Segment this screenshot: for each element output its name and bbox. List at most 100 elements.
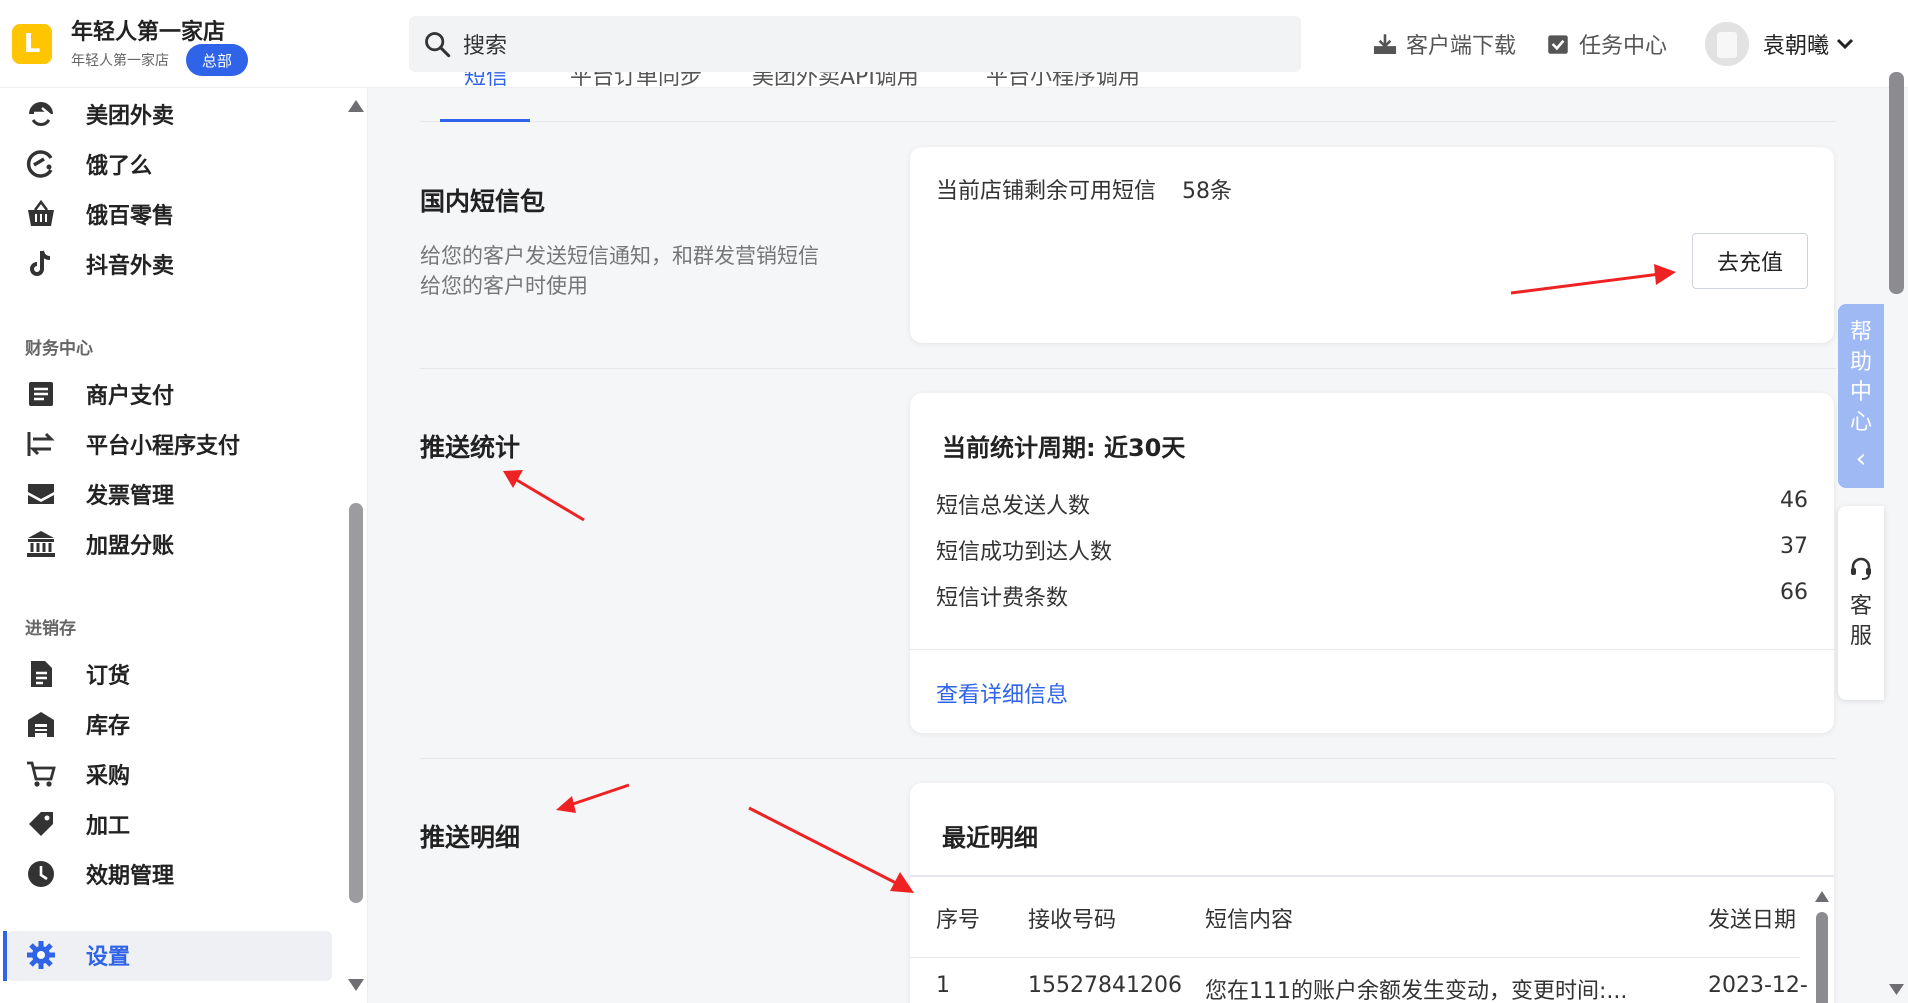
task-icon xyxy=(1548,35,1568,54)
sidebar: 美团外卖 饿了么 饿百零售 抖音外卖 财务中心 商户支付 平台小程序支付 发票管… xyxy=(0,88,368,1003)
client-download-button[interactable]: 客户端下载 xyxy=(1372,26,1516,62)
push-stats-title: 推送统计 xyxy=(420,433,521,462)
user-avatar-icon xyxy=(1705,22,1749,66)
tag-icon xyxy=(24,807,58,841)
table-header-phone: 接收号码 xyxy=(1028,908,1117,933)
annotation-arrow xyxy=(514,477,585,522)
sidebar-item-franchise-split[interactable]: 加盟分账 xyxy=(24,520,174,568)
client-download-label: 客户端下载 xyxy=(1406,34,1517,59)
stats-row-value: 66 xyxy=(1780,580,1808,605)
section-title-finance: 财务中心 xyxy=(25,339,93,359)
stats-row-label: 短信计费条数 xyxy=(936,586,1069,611)
headset-icon xyxy=(1851,557,1871,580)
main-scrollbar-thumb[interactable] xyxy=(1889,72,1904,294)
recharge-button[interactable]: 去充值 xyxy=(1692,233,1808,289)
recent-detail-card: 最近明细 xyxy=(910,783,1834,1003)
table-scrollbar-thumb[interactable] xyxy=(1816,912,1828,1003)
tab-platform-order-sync[interactable]: 平台订单同步 xyxy=(570,72,702,94)
sidebar-item-processing[interactable]: 加工 xyxy=(24,800,130,848)
tab-miniapp-call[interactable]: 平台小程序调用 xyxy=(986,72,1140,94)
task-center-button[interactable]: 任务中心 xyxy=(1545,26,1667,62)
help-char: 心 xyxy=(1849,410,1872,435)
sidebar-item-douyin[interactable]: 抖音外卖 xyxy=(24,240,174,288)
sidebar-item-purchase[interactable]: 采购 xyxy=(24,750,130,798)
sidebar-item-miniapp-pay[interactable]: 平台小程序支付 xyxy=(24,420,240,468)
stats-row-label: 短信总发送人数 xyxy=(936,494,1091,519)
file-icon xyxy=(24,657,58,691)
tiktok-icon xyxy=(24,247,58,281)
main-scroll-down-icon[interactable] xyxy=(1889,984,1904,995)
annotation-arrow xyxy=(569,783,630,807)
task-center-label: 任务中心 xyxy=(1579,34,1668,59)
tab-active-indicator xyxy=(440,119,530,122)
card-divider xyxy=(910,649,1834,650)
app-logo[interactable]: L xyxy=(12,24,52,64)
annotation-arrow xyxy=(748,806,901,887)
download-icon xyxy=(1373,34,1397,54)
hq-badge: 总部 xyxy=(186,44,249,76)
recent-detail-title: 最近明细 xyxy=(942,824,1038,852)
help-char: 助 xyxy=(1849,350,1872,375)
sms-package-desc-1: 给您的客户发送短信通知，和群发营销短信 xyxy=(420,244,819,268)
table-cell-phone: 15527841206 xyxy=(1028,973,1182,998)
clock-icon xyxy=(24,857,58,891)
basket-icon xyxy=(24,197,58,231)
remaining-sms-label: 当前店铺剩余可用短信 xyxy=(936,179,1157,204)
sidebar-item-ebai[interactable]: 饿百零售 xyxy=(24,190,174,238)
sidebar-item-order-goods[interactable]: 订货 xyxy=(24,650,130,698)
annotation-arrowhead xyxy=(503,470,523,488)
sidebar-item-label: 美团外卖 xyxy=(86,104,175,129)
sidebar-item-label: 效期管理 xyxy=(86,864,175,889)
search-input[interactable]: 搜索 xyxy=(409,16,1301,72)
sidebar-item-merchant-pay[interactable]: 商户支付 xyxy=(24,370,174,418)
stats-period-label: 当前统计周期: 近30天 xyxy=(942,434,1186,462)
stats-row-value: 46 xyxy=(1780,488,1808,513)
sidebar-item-label: 库存 xyxy=(86,714,131,739)
sidebar-item-stock[interactable]: 库存 xyxy=(24,700,130,748)
help-char: 帮 xyxy=(1849,320,1872,345)
section-divider xyxy=(420,368,1836,369)
sms-package-title: 国内短信包 xyxy=(420,187,546,216)
annotation-arrowhead xyxy=(556,796,576,813)
sms-package-desc-2: 给您的客户时使用 xyxy=(420,274,588,298)
sidebar-item-invoice[interactable]: 发票管理 xyxy=(24,470,174,518)
section-title-inventory: 进销存 xyxy=(25,619,76,639)
push-detail-title: 推送明细 xyxy=(420,823,521,852)
tab-meituan-api[interactable]: 美团外卖API调用 xyxy=(752,72,919,94)
sidebar-item-settings[interactable]: 设置 xyxy=(24,931,130,979)
remaining-sms-value: 58条 xyxy=(1182,179,1232,204)
customer-service-tab[interactable]: 客 服 xyxy=(1838,506,1884,700)
sidebar-scrollbar-thumb[interactable] xyxy=(349,503,363,903)
table-cell-index: 1 xyxy=(936,973,950,998)
table-scroll-up-icon[interactable] xyxy=(1815,891,1829,902)
store-name[interactable]: 年轻人第一家店 xyxy=(71,14,225,46)
cs-char: 客 xyxy=(1849,594,1872,619)
help-char: 中 xyxy=(1849,380,1872,405)
sidebar-item-label: 抖音外卖 xyxy=(86,254,175,279)
table-header-index: 序号 xyxy=(936,908,981,933)
sidebar-item-meituan[interactable]: 美团外卖 xyxy=(24,90,174,138)
view-details-link[interactable]: 查看详细信息 xyxy=(936,677,1068,709)
sidebar-item-eleme[interactable]: 饿了么 xyxy=(24,140,152,188)
sidebar-item-expiry[interactable]: 效期管理 xyxy=(24,850,174,898)
user-name: 袁朝曦 xyxy=(1763,34,1830,59)
sidebar-item-label: 设置 xyxy=(86,945,131,970)
sidebar-item-label: 采购 xyxy=(86,764,131,789)
scroll-down-arrow-icon[interactable] xyxy=(348,979,364,991)
help-center-tab[interactable]: 帮 助 中 心 ‹ xyxy=(1838,304,1884,488)
sidebar-item-label: 加工 xyxy=(86,814,131,839)
avatar[interactable] xyxy=(1705,22,1749,66)
sidebar-item-label: 平台小程序支付 xyxy=(86,434,241,459)
scroll-up-arrow-icon[interactable] xyxy=(348,100,364,112)
sms-balance-card: 当前店铺剩余可用短信 58条 去充值 xyxy=(910,147,1834,343)
meituan-icon xyxy=(24,97,58,131)
search-icon xyxy=(425,32,451,58)
tab-sms[interactable]: 短信 xyxy=(464,72,508,94)
sidebar-item-label: 饿百零售 xyxy=(86,204,175,229)
chevron-down-icon xyxy=(1836,38,1854,50)
tab-bar: 短信 平台订单同步 美团外卖API调用 平台小程序调用 xyxy=(420,72,1836,122)
sidebar-item-label: 订货 xyxy=(86,664,131,689)
swap-icon xyxy=(24,427,58,461)
user-menu[interactable]: 袁朝曦 xyxy=(1763,28,1855,60)
mail-icon xyxy=(24,477,58,511)
